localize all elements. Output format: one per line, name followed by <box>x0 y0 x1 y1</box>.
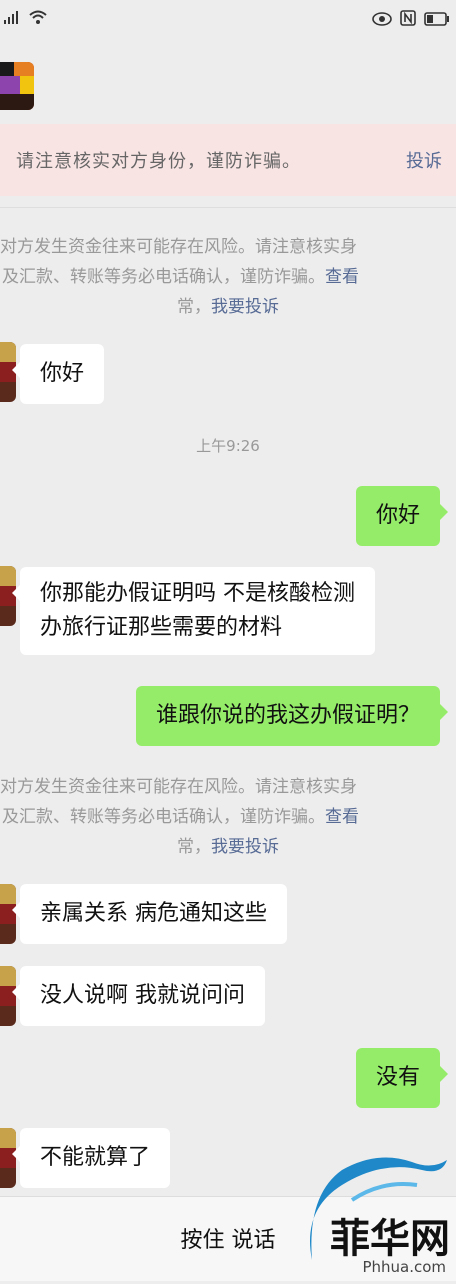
signal-icon <box>2 11 24 28</box>
watermark-site-text: Phhua.com <box>362 1258 446 1276</box>
message-bubble-incoming[interactable]: 亲属关系 病危通知这些 <box>12 884 287 944</box>
message-bubble-outgoing[interactable]: 谁跟你说的我这办假证明？ <box>135 686 449 746</box>
report-complaint-link[interactable]: 我要投诉 <box>211 837 279 857</box>
risk-notice-line1: 对方发生资金往来可能存在风险。请注意核实身 <box>0 237 357 257</box>
nfc-icon <box>400 10 416 30</box>
message-bubble-incoming[interactable]: 你好 <box>11 344 105 404</box>
battery-icon <box>424 11 450 30</box>
view-details-link[interactable]: 查看 <box>325 267 359 287</box>
message-line: 你那能办假证明吗 不是核酸检测 <box>40 581 355 606</box>
risk-notice: 对方发生资金往来可能存在风险。请注意核实身 及汇款、转账等务必电话确认，谨防诈骗… <box>0 232 456 322</box>
wifi-icon <box>28 10 48 29</box>
risk-notice-line2: 及汇款、转账等务必电话确认，谨防诈骗。 <box>2 807 325 827</box>
message-bubble-outgoing[interactable]: 你好 <box>355 486 449 546</box>
risk-notice-line2: 及汇款、转账等务必电话确认，谨防诈骗。 <box>2 267 325 287</box>
risk-notice-line3: 常， <box>177 297 211 317</box>
message-line: 办旅行证那些需要的材料 <box>40 615 283 640</box>
risk-notice-line3: 常， <box>177 837 211 857</box>
watermark-logo-text: 菲华网 <box>330 1216 450 1262</box>
status-bar-right <box>372 10 450 30</box>
eye-icon <box>372 11 392 30</box>
status-bar-left <box>2 10 48 29</box>
risk-notice: 对方发生资金往来可能存在风险。请注意核实身 及汇款、转账等务必电话确认，谨防诈骗… <box>0 772 456 862</box>
message-bubble-incoming[interactable]: 你那能办假证明吗 不是核酸检测 办旅行证那些需要的材料 <box>12 567 375 655</box>
report-link[interactable]: 投诉 <box>406 147 442 173</box>
message-timestamp: 上午9:26 <box>196 437 260 455</box>
message-bubble-incoming[interactable]: 不能就算了 <box>11 1128 171 1188</box>
banner-divider <box>0 207 456 208</box>
risk-notice-line1: 对方发生资金往来可能存在风险。请注意核实身 <box>0 777 357 797</box>
report-complaint-link[interactable]: 我要投诉 <box>211 297 279 317</box>
contact-avatar[interactable] <box>0 62 34 110</box>
fraud-warning-text: 请注意核实对方身份，谨防诈骗。 <box>16 151 301 172</box>
message-bubble-outgoing[interactable]: 没有 <box>355 1048 449 1108</box>
view-details-link[interactable]: 查看 <box>325 807 359 827</box>
message-bubble-incoming[interactable]: 没人说啊 我就说问问 <box>12 966 265 1026</box>
